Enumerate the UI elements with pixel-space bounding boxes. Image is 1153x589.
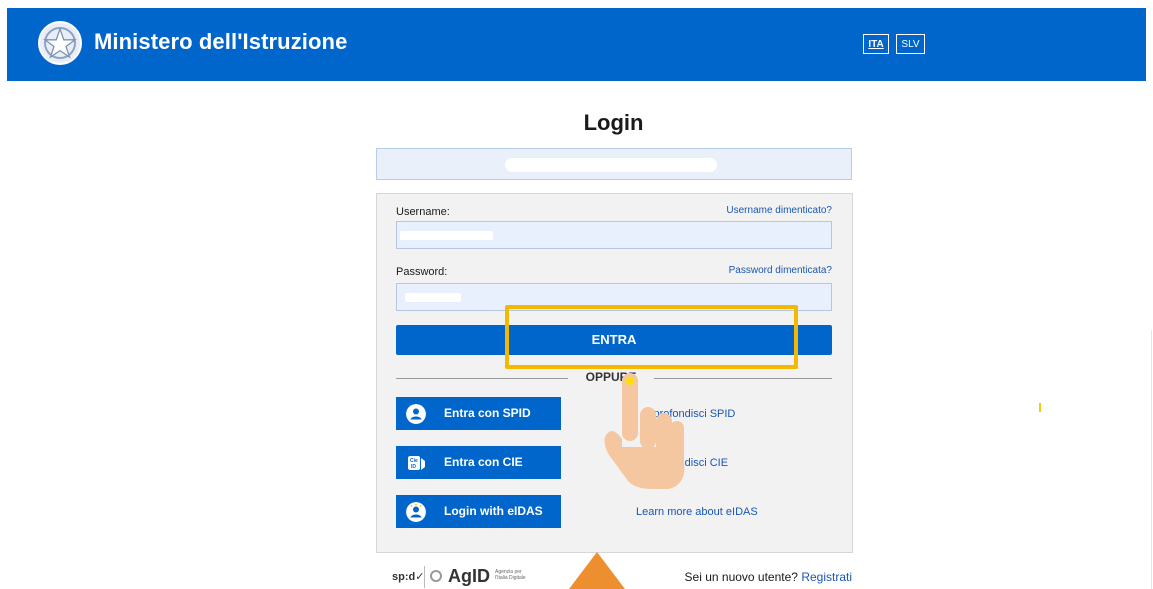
logo-separator — [424, 566, 425, 588]
password-forgot-link[interactable]: Password dimenticata? — [632, 265, 832, 276]
eidas-user-icon — [406, 502, 426, 522]
eidas-info-link[interactable]: Learn more about eIDAS — [636, 506, 758, 518]
ministry-title[interactable]: Ministero dell'Istruzione — [94, 29, 347, 55]
username-input[interactable] — [396, 221, 832, 249]
agid-subtitle: Agenzia per l'Italia Digitale — [495, 569, 526, 581]
new-user-text: Sei un nuovo utente? — [684, 570, 798, 584]
agid-logo: AgID — [448, 566, 490, 586]
username-label: Username: — [396, 206, 450, 218]
language-ita-button[interactable]: ITA — [863, 34, 889, 54]
password-value-mask — [405, 293, 461, 302]
username-forgot-link[interactable]: Username dimenticato? — [632, 205, 832, 216]
divider-left — [396, 378, 570, 379]
redaction-mask — [505, 158, 717, 172]
spid-button-label: Entra con SPID — [444, 406, 531, 420]
header-bar: Ministero dell'Istruzione ITA SLV — [7, 8, 1146, 81]
spid-logo: sp:d✓ — [392, 571, 425, 583]
republic-emblem-icon — [38, 21, 82, 65]
new-user-prompt: Sei un nuovo utente? Registrati — [685, 570, 852, 584]
cie-card-icon: Cie ID — [408, 456, 425, 470]
cie-login-button[interactable]: Cie ID Entra con CIE — [396, 446, 561, 479]
eidas-login-button[interactable]: Login with eIDAS — [396, 495, 561, 528]
eidas-button-label: Login with eIDAS — [444, 504, 543, 518]
svg-text:ID: ID — [411, 464, 416, 470]
entra-highlight-frame — [505, 305, 798, 369]
page-title: Login — [583, 110, 644, 135]
redacted-info-banner — [376, 148, 852, 180]
stray-marker — [1039, 403, 1041, 412]
register-link[interactable]: Registrati — [801, 570, 852, 584]
language-slv-button[interactable]: SLV — [896, 34, 925, 54]
username-value-mask — [400, 231, 493, 240]
agid-emblem-icon — [430, 570, 442, 582]
spid-user-icon — [406, 404, 426, 424]
spid-login-button[interactable]: Entra con SPID — [396, 397, 561, 430]
pointer-arrow-icon — [569, 552, 625, 589]
cie-button-label: Entra con CIE — [444, 455, 523, 469]
pointing-hand-icon — [604, 373, 685, 489]
right-edge-line — [1151, 330, 1152, 589]
password-label: Password: — [396, 266, 448, 278]
